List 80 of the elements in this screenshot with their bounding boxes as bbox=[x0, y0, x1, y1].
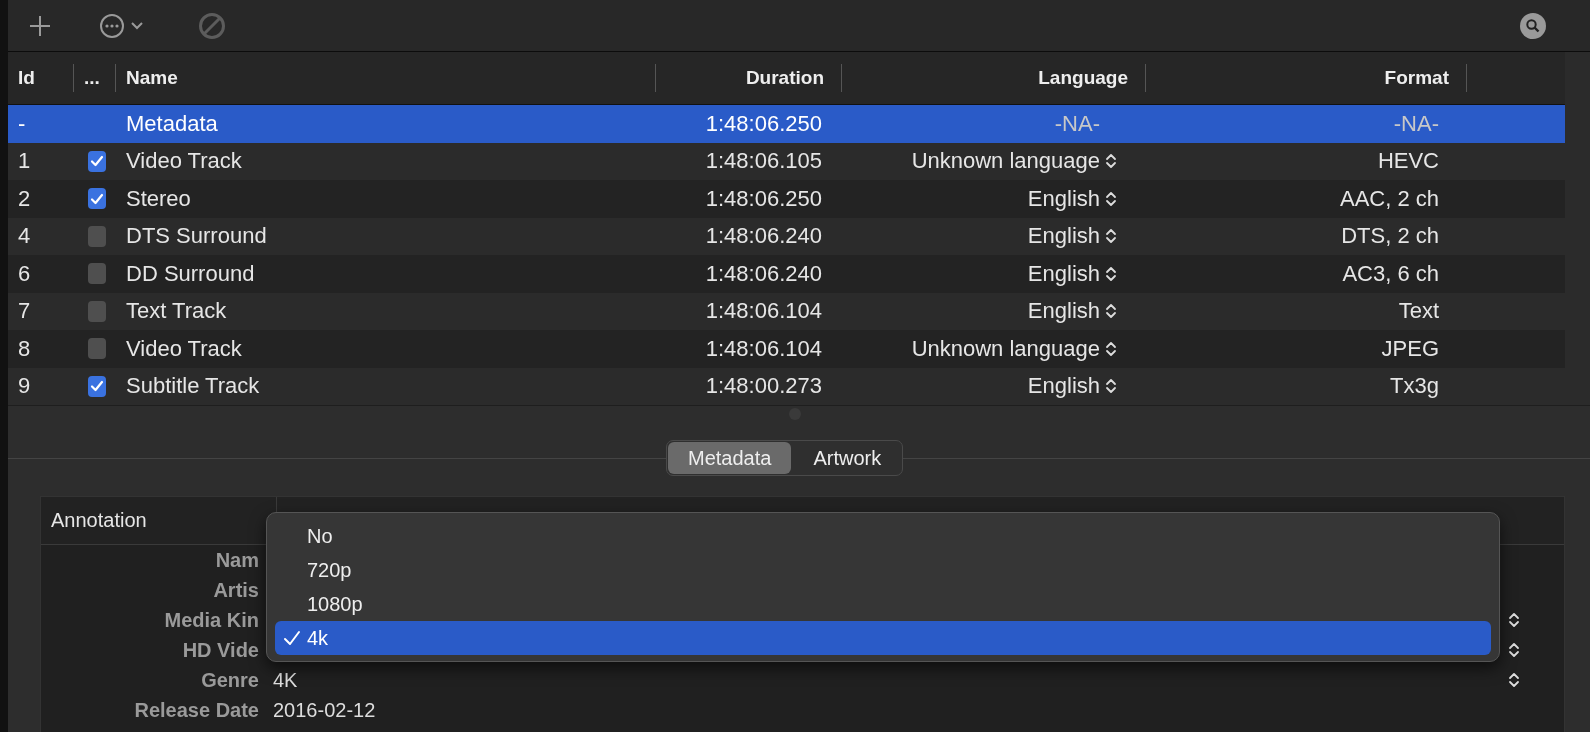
column-header[interactable]: Language bbox=[1038, 67, 1128, 89]
up-down-chevron-icon bbox=[1105, 339, 1117, 358]
checkmark-icon bbox=[283, 629, 301, 647]
duration-cell: 1:48:06.250 bbox=[705, 110, 822, 137]
id-cell: 8 bbox=[18, 335, 31, 362]
language-popup[interactable]: English bbox=[1027, 298, 1117, 325]
language-popup[interactable]: Unknown language bbox=[911, 148, 1117, 175]
up-down-chevron-icon bbox=[1105, 189, 1117, 208]
menu-item[interactable]: 1080p bbox=[275, 587, 1491, 621]
up-down-chevron-icon[interactable] bbox=[1508, 641, 1520, 659]
id-cell: 1 bbox=[18, 148, 31, 175]
menu-item[interactable]: 4k bbox=[275, 621, 1491, 655]
name-cell: DD Surround bbox=[126, 260, 255, 287]
field-label: Genre bbox=[200, 668, 259, 692]
column-header[interactable]: ... bbox=[84, 67, 100, 89]
field-label: Media Kin bbox=[163, 608, 259, 632]
up-down-chevron-icon[interactable] bbox=[1508, 671, 1520, 689]
name-cell: Text Track bbox=[126, 298, 227, 325]
column-header[interactable]: Format bbox=[1384, 67, 1449, 89]
format-cell: Text bbox=[1398, 298, 1439, 325]
language-popup[interactable]: English bbox=[1027, 260, 1117, 287]
id-cell: 2 bbox=[18, 185, 31, 212]
format-cell: -NA- bbox=[1393, 110, 1439, 137]
name-cell: Video Track bbox=[126, 148, 242, 175]
checkbox[interactable] bbox=[88, 188, 106, 210]
checkbox[interactable] bbox=[88, 263, 106, 285]
name-cell: Video Track bbox=[126, 335, 242, 362]
add-icon[interactable] bbox=[28, 13, 52, 38]
field-label: Artis bbox=[212, 578, 259, 602]
id-cell: - bbox=[18, 110, 26, 137]
field-value[interactable]: 2016-02-12 bbox=[273, 698, 1564, 722]
id-cell: 6 bbox=[18, 260, 31, 287]
format-cell: HEVC bbox=[1377, 148, 1439, 175]
up-down-chevron-icon bbox=[1105, 227, 1117, 246]
checkbox[interactable] bbox=[88, 338, 106, 360]
checkbox[interactable] bbox=[88, 225, 106, 247]
format-cell: AAC, 2 ch bbox=[1339, 185, 1439, 212]
checkbox[interactable] bbox=[88, 375, 106, 397]
format-cell: AC3, 6 ch bbox=[1342, 260, 1439, 287]
up-down-chevron-icon[interactable] bbox=[1508, 611, 1520, 629]
field-label: Nam bbox=[214, 548, 259, 572]
tab[interactable]: Artwork bbox=[793, 442, 902, 474]
checkbox[interactable] bbox=[88, 150, 106, 172]
name-cell: Metadata bbox=[126, 110, 218, 137]
language-popup[interactable]: English bbox=[1027, 223, 1117, 250]
field-label: HD Vide bbox=[181, 638, 259, 662]
duration-cell: 1:48:06.240 bbox=[705, 260, 822, 287]
tab[interactable]: Metadata bbox=[668, 442, 792, 474]
name-cell: DTS Surround bbox=[126, 223, 267, 250]
column-header[interactable]: Id bbox=[18, 67, 35, 89]
duration-cell: 1:48:06.250 bbox=[705, 185, 822, 212]
duration-cell: 1:48:06.240 bbox=[705, 223, 822, 250]
menu-item[interactable]: No bbox=[275, 519, 1491, 553]
column-header[interactable]: Duration bbox=[745, 67, 824, 89]
id-cell: 9 bbox=[18, 373, 31, 400]
up-down-chevron-icon bbox=[1105, 377, 1117, 396]
name-cell: Stereo bbox=[126, 185, 191, 212]
up-down-chevron-icon bbox=[1105, 302, 1117, 321]
language-popup[interactable]: English bbox=[1027, 373, 1117, 400]
duration-cell: 1:48:06.104 bbox=[705, 335, 822, 362]
duration-cell: 1:48:06.105 bbox=[705, 148, 822, 175]
language-cell: -NA- bbox=[1054, 110, 1100, 137]
field-label: Release Date bbox=[133, 698, 259, 722]
search-icon[interactable] bbox=[1520, 12, 1546, 39]
duration-cell: 1:48:06.104 bbox=[705, 298, 822, 325]
format-cell: DTS, 2 ch bbox=[1341, 223, 1439, 250]
format-cell: JPEG bbox=[1381, 335, 1439, 362]
name-cell: Subtitle Track bbox=[126, 373, 260, 400]
id-cell: 7 bbox=[18, 298, 31, 325]
format-cell: Tx3g bbox=[1390, 373, 1439, 400]
up-down-chevron-icon bbox=[1105, 264, 1117, 283]
duration-cell: 1:48:00.273 bbox=[705, 373, 822, 400]
column-header[interactable]: Name bbox=[126, 67, 178, 89]
language-popup[interactable]: Unknown language bbox=[911, 335, 1117, 362]
menu-item[interactable]: 720p bbox=[275, 553, 1491, 587]
field-value[interactable]: 4K bbox=[273, 668, 1508, 692]
checkbox[interactable] bbox=[88, 300, 106, 322]
up-down-chevron-icon bbox=[1105, 152, 1117, 171]
id-cell: 4 bbox=[18, 223, 31, 250]
language-popup[interactable]: English bbox=[1027, 185, 1117, 212]
